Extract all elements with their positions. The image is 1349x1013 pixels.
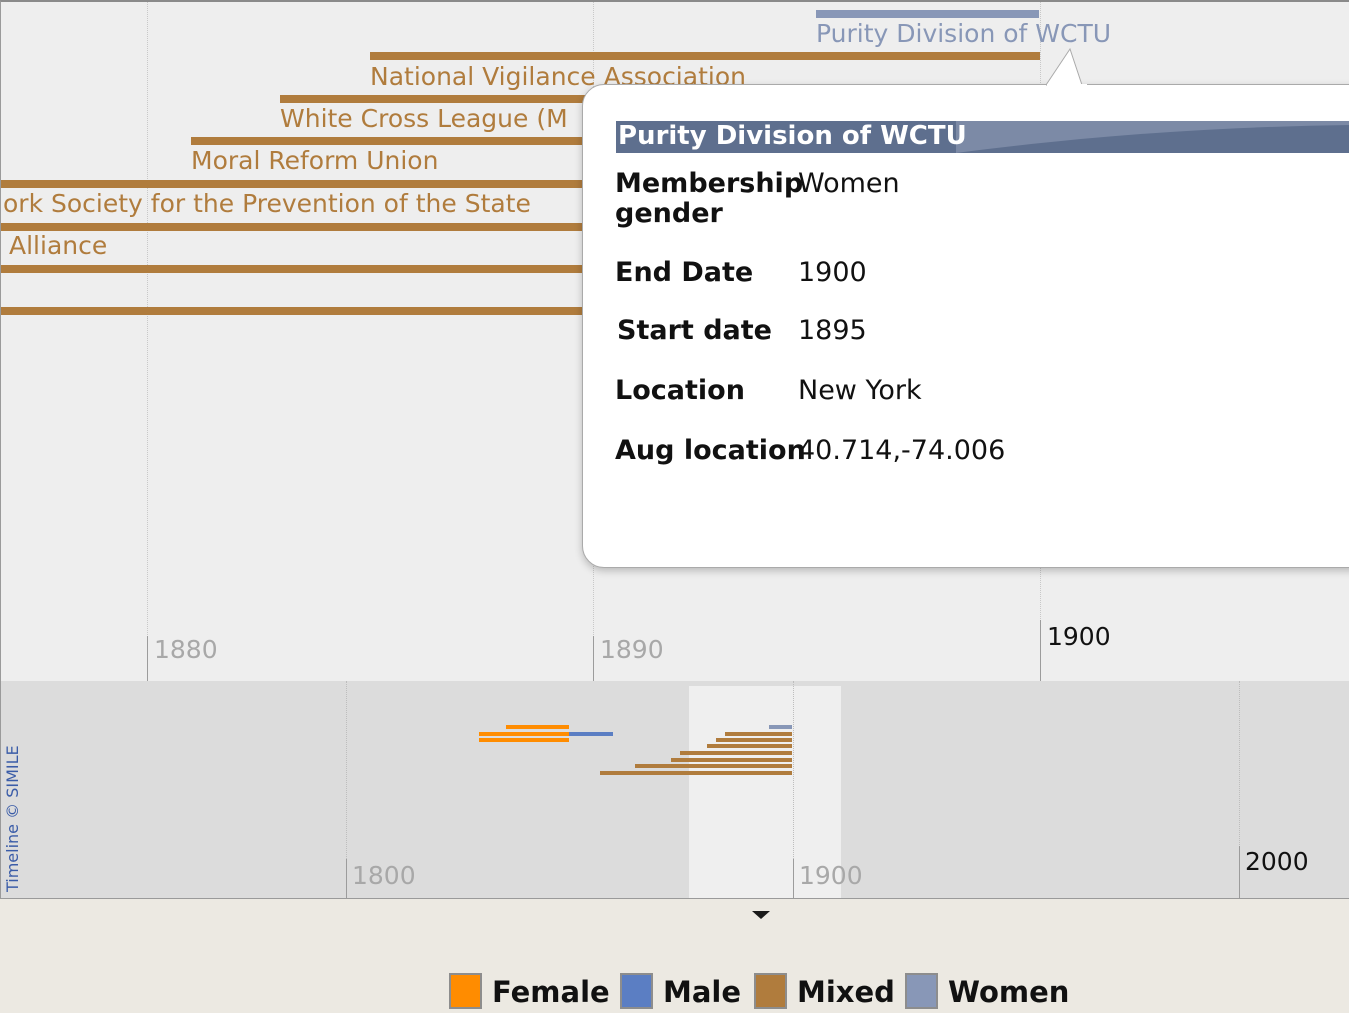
overview-event-strip [707, 744, 792, 748]
event-label-white-cross-league[interactable]: White Cross League (M [280, 104, 568, 134]
field-key-aug-location: Aug location [615, 435, 806, 466]
tick-label: 1900 [799, 861, 863, 890]
tick-mark [1040, 620, 1041, 681]
field-value-aug-location: 40.714,-74.006 [798, 435, 1006, 466]
field-key-line: gender [615, 198, 723, 229]
overview-event-strip [479, 732, 569, 736]
tick-mark [147, 636, 148, 681]
tick-label: 2000 [1245, 847, 1309, 876]
event-label-moral-reform-union[interactable]: Moral Reform Union [191, 146, 438, 176]
legend-swatch [905, 973, 938, 1009]
overview-event-strip [671, 758, 792, 762]
tick-label: 1900 [1047, 622, 1111, 651]
field-key-end-date: End Date [615, 257, 754, 288]
event-bar[interactable] [1, 307, 601, 315]
tick-label: 1800 [352, 861, 416, 890]
field-key-start-date: Start date [617, 315, 772, 346]
legend-label: Female [492, 975, 610, 1009]
field-key-membership-gender: Membership gender [615, 169, 803, 229]
tick-mark [593, 636, 594, 681]
chevron-down-icon[interactable] [752, 911, 770, 919]
overview-event-strip [716, 738, 792, 742]
event-label-prevention-state[interactable]: ork Society for the Prevention of the St… [3, 189, 531, 219]
event-bar-purity-division[interactable] [816, 10, 1039, 18]
event-bar[interactable] [1, 265, 601, 273]
tick-mark [346, 859, 347, 898]
event-label-alliance[interactable]: Alliance [9, 231, 107, 261]
overview-event-strip [569, 732, 613, 736]
simile-credit-link[interactable]: Timeline © SIMILE [3, 745, 22, 892]
field-key-location: Location [615, 375, 745, 406]
overview-event-strip [635, 764, 792, 768]
overview-event-strip [769, 725, 792, 729]
field-value-start-date: 1895 [798, 315, 867, 346]
event-bar-national-vigilance[interactable] [370, 52, 1040, 60]
overview-event-strip [506, 725, 569, 729]
legend-swatch [620, 973, 653, 1009]
legend-label: Mixed [797, 975, 895, 1009]
grid-line [147, 2, 148, 681]
event-bar-alliance[interactable] [1, 223, 601, 231]
event-bar-prevention-state[interactable] [1, 180, 601, 188]
event-bar-white-cross-league[interactable] [280, 95, 600, 103]
field-value-location: New York [798, 375, 922, 406]
overview-event-strip [725, 732, 792, 736]
overview-event-strip [600, 771, 792, 775]
event-bar-moral-reform-union[interactable] [191, 137, 601, 145]
overview-event-strip [479, 738, 569, 742]
event-label-purity-division[interactable]: Purity Division of WCTU [816, 19, 1111, 49]
tick-mark [793, 859, 794, 898]
legend-label: Women [948, 975, 1070, 1009]
tick-mark [1239, 846, 1240, 898]
tick-label: 1890 [600, 635, 664, 664]
timeline-overview-band[interactable]: 1800 1900 2000 [1, 681, 1349, 898]
overview-event-strip [680, 751, 792, 755]
field-key-line: Membership [615, 168, 804, 199]
legend-swatch [449, 973, 482, 1009]
legend-swatch [754, 973, 787, 1009]
legend-label: Male [663, 975, 742, 1009]
bubble-title: Purity Division of WCTU [618, 121, 967, 151]
field-value-end-date: 1900 [798, 257, 867, 288]
field-value-membership-gender: Women [798, 168, 900, 199]
tick-label: 1880 [154, 635, 218, 664]
bubble-pointer [1046, 47, 1087, 87]
